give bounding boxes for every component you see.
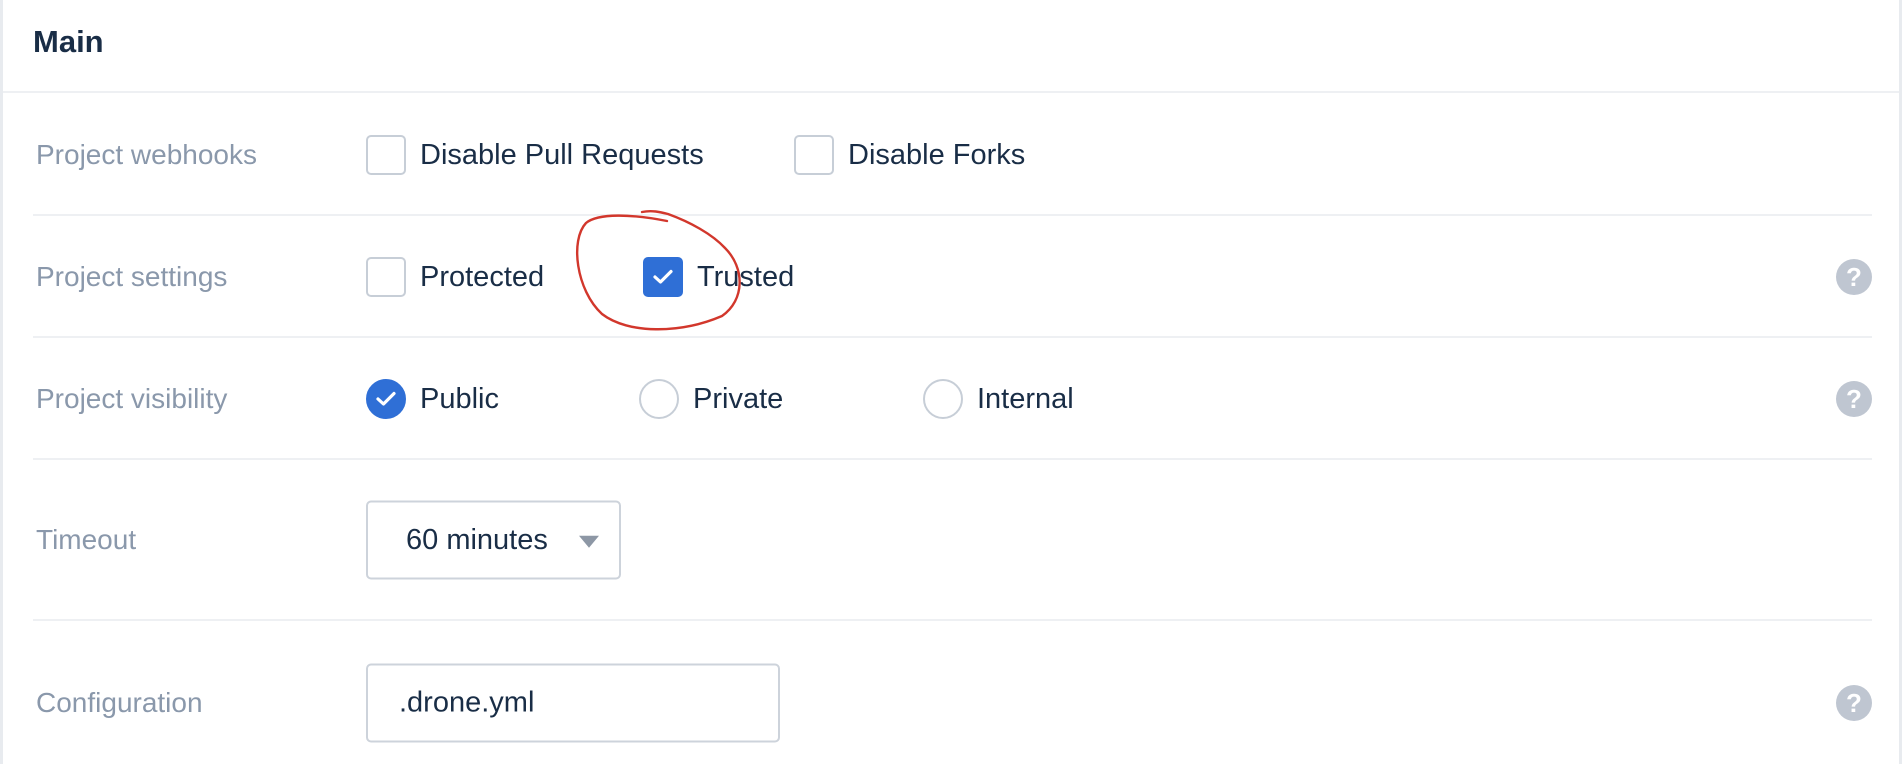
- checkbox-box[interactable]: [366, 257, 406, 297]
- internal-label: Internal: [977, 382, 1074, 415]
- caret-down-icon: [579, 535, 599, 548]
- panel-header: Main: [3, 0, 1899, 93]
- help-icon[interactable]: ?: [1836, 259, 1872, 295]
- help-icon[interactable]: ?: [1836, 381, 1872, 417]
- section-title: Main: [33, 24, 104, 59]
- timeout-select-value: 60 minutes: [406, 523, 548, 556]
- checkbox-box[interactable]: [366, 135, 406, 175]
- radio-unchecked[interactable]: [639, 379, 679, 419]
- project-settings-label: Project settings: [36, 261, 228, 292]
- configuration-input[interactable]: [366, 663, 780, 743]
- timeout-select[interactable]: 60 minutes: [366, 500, 621, 580]
- checkbox-box[interactable]: [794, 135, 834, 175]
- protected-checkbox[interactable]: Protected: [366, 257, 544, 297]
- checkmark-icon: [653, 269, 673, 284]
- settings-panel: Main Project webhooks Disable Pull Reque…: [0, 0, 1902, 764]
- project-webhooks-label: Project webhooks: [36, 139, 258, 170]
- private-radio[interactable]: Private: [639, 379, 783, 419]
- disable-forks-checkbox[interactable]: Disable Forks: [794, 135, 1025, 175]
- trusted-label: Trusted: [697, 260, 795, 293]
- public-radio[interactable]: Public: [366, 379, 499, 419]
- disable-pull-requests-label: Disable Pull Requests: [420, 138, 704, 171]
- configuration-label: Configuration: [36, 687, 203, 718]
- project-visibility-label: Project visibility: [36, 383, 228, 414]
- private-label: Private: [693, 382, 784, 415]
- disable-forks-label: Disable Forks: [848, 138, 1026, 171]
- help-icon[interactable]: ?: [1836, 685, 1872, 721]
- radio-checked[interactable]: [366, 379, 406, 419]
- checkbox-box-checked[interactable]: [643, 257, 683, 297]
- row-project-webhooks: Project webhooks Disable Pull Requests D…: [33, 93, 1872, 216]
- timeout-label: Timeout: [36, 524, 137, 555]
- public-label: Public: [420, 382, 499, 415]
- row-project-settings: Project settings Protected Trusted ?: [33, 216, 1872, 338]
- checkmark-icon: [376, 391, 396, 406]
- radio-unchecked[interactable]: [923, 379, 963, 419]
- row-timeout: Timeout 60 minutes: [33, 460, 1872, 621]
- protected-label: Protected: [420, 260, 545, 293]
- row-configuration: Configuration ?: [33, 621, 1872, 764]
- internal-radio[interactable]: Internal: [923, 379, 1074, 419]
- disable-pull-requests-checkbox[interactable]: Disable Pull Requests: [366, 135, 704, 175]
- row-project-visibility: Project visibility Public Private Intern…: [33, 338, 1872, 460]
- trusted-checkbox[interactable]: Trusted: [643, 257, 794, 297]
